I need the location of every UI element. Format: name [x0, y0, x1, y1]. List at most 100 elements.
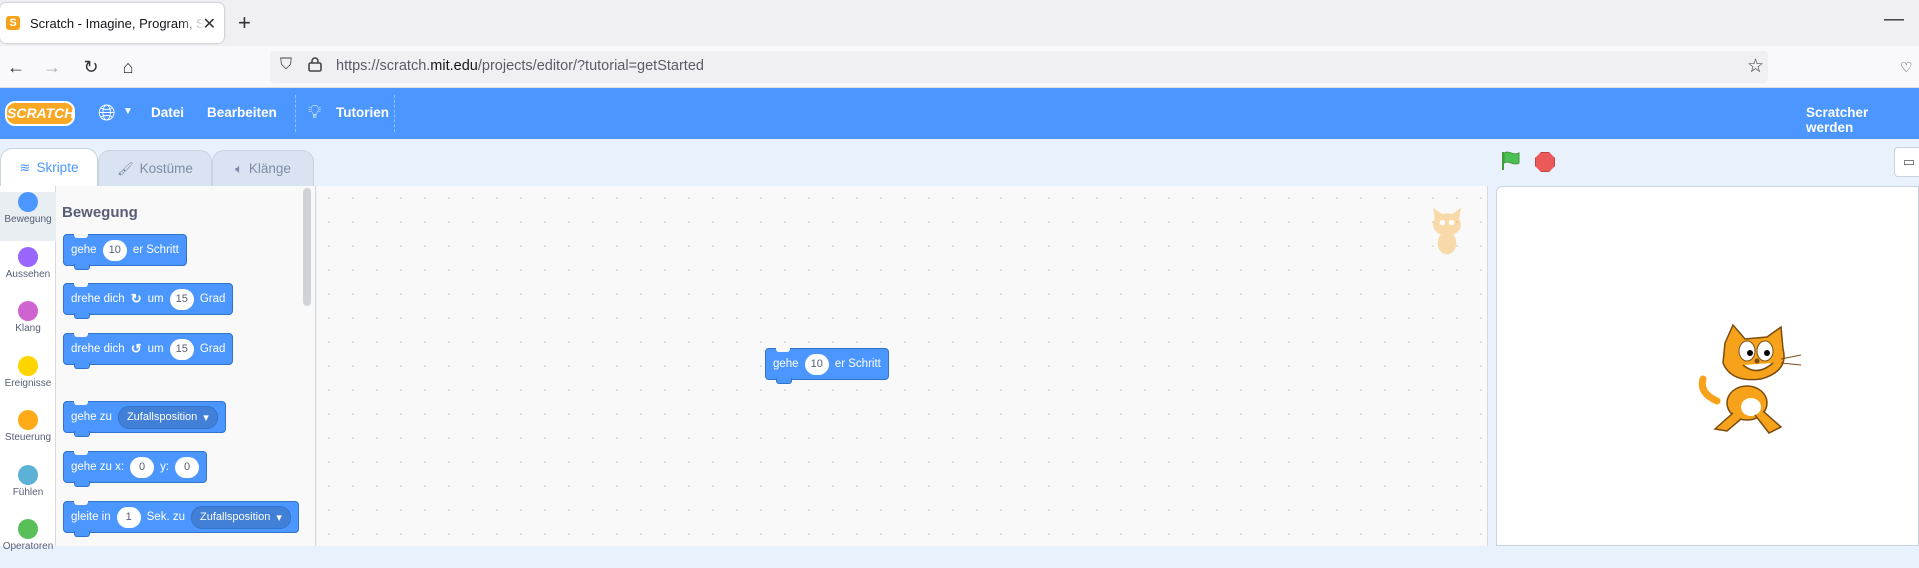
url-text[interactable]: https://scratch.mit.edu/projects/editor/… [336, 58, 704, 74]
small-stage-icon[interactable]: ▭ [1894, 147, 1919, 177]
scratch-logo[interactable]: SCRATCH [5, 101, 75, 126]
category-menu: Bewegung Aussehen Klang Ereignisse Steuerung… [0, 186, 56, 552]
block-text: gehe [71, 244, 97, 256]
tab-sounds-label: Klänge [248, 161, 291, 176]
dropdown-value: Zufallsposition [200, 511, 271, 523]
lightbulb-icon: 💡︎ [308, 102, 322, 123]
block-text: er Schritt [132, 244, 179, 256]
block-text: gehe zu x: [71, 461, 125, 473]
category-label: Operatoren [2, 541, 54, 552]
globe-icon[interactable]: 🌐︎ [98, 100, 116, 126]
block-goto-xy[interactable]: gehe zu x: 0 y: 0 [63, 451, 208, 487]
forward-arrow-icon[interactable]: → [39, 54, 65, 80]
reload-icon[interactable]: ↻ [78, 54, 104, 80]
category-item[interactable]: Operatoren [0, 519, 56, 568]
category-label: Fühlen [12, 486, 44, 498]
new-tab-button[interactable]: + [238, 10, 251, 36]
category-item[interactable]: Bewegung [0, 192, 56, 241]
url-domain: mit.edu [430, 58, 478, 74]
category-label: Klang [15, 323, 41, 334]
sprite-watermark-icon [1433, 207, 1461, 255]
category-color-dot [18, 355, 38, 376]
url-prefix: https://scratch. [336, 58, 431, 74]
category-color-dot [18, 519, 38, 539]
block-text: y: [160, 461, 170, 473]
bookmark-star-icon[interactable]: ☆ [1747, 55, 1764, 78]
category-item[interactable]: Steuerung [0, 410, 56, 459]
degrees-input[interactable]: 15 [169, 288, 194, 310]
tab-sounds[interactable]: 🔈︎ Klänge [212, 150, 314, 186]
block-text: um [147, 343, 164, 355]
paintbrush-icon: 🖌︎ [117, 160, 134, 176]
browser-tab[interactable]: S Scratch - Imagine, Program, Share ✕ [0, 3, 224, 43]
chevron-down-icon: ▾ [203, 411, 209, 424]
block-text: Grad [199, 293, 226, 305]
workspace-block-move-steps[interactable]: gehe 10 er Schritt [765, 348, 889, 384]
category-label: Aussehen [5, 268, 51, 280]
palette-scrollbar[interactable] [303, 188, 311, 306]
menu-file[interactable]: Datei [151, 105, 184, 120]
shield-icon[interactable]: ⛉ [280, 56, 292, 74]
category-color-dot [18, 192, 38, 212]
category-item[interactable]: Aussehen [0, 246, 56, 296]
close-tab-icon[interactable]: ✕ [203, 14, 216, 34]
lock-icon[interactable] [308, 56, 322, 77]
category-label: Steuerung [4, 432, 52, 443]
tab-code-label: Skripte [36, 160, 79, 175]
category-item[interactable]: Ereignisse [0, 355, 56, 405]
steps-input[interactable]: 10 [804, 353, 829, 375]
category-color-dot [18, 410, 38, 430]
browser-nav-bar: ← → ↻ ⌂ ⛉ https://scratch.mit.edu/projec… [0, 46, 1919, 88]
chevron-down-icon[interactable]: ▼ [123, 106, 133, 117]
tab-costumes-label: Kostüme [139, 161, 193, 176]
block-turn-left[interactable]: drehe dich ↺ um 15 Grad [63, 333, 234, 369]
block-text: um [147, 293, 164, 305]
block-move-steps[interactable]: gehe 10 er Schritt [63, 234, 187, 270]
stop-icon[interactable] [1535, 152, 1555, 172]
block-goto-target[interactable]: gehe zu Zufallsposition ▾ [63, 401, 226, 437]
green-flag-icon[interactable] [1500, 150, 1522, 178]
cat-sprite[interactable] [1697, 323, 1807, 441]
tab-code[interactable]: ≋ Skripte [0, 148, 98, 186]
seconds-input[interactable]: 1 [116, 506, 141, 528]
block-text: gehe zu [71, 411, 112, 423]
dropdown-value: Zufallsposition [126, 411, 198, 423]
minimize-window-button[interactable]: — [1884, 8, 1904, 31]
x-input[interactable]: 0 [130, 456, 155, 478]
tutorials-label: Tutorien [336, 105, 389, 120]
block-text: Sek. zu [146, 511, 185, 523]
glide-target-dropdown[interactable]: Zufallsposition ▾ [191, 505, 291, 529]
y-input[interactable]: 0 [175, 456, 200, 478]
scratch-menu-bar: SCRATCH 🌐︎ ▼ Datei Bearbeiten Tutorien 💡… [0, 88, 1919, 139]
pocket-icon[interactable]: ♡ [1900, 59, 1913, 76]
block-text: drehe dich [71, 293, 125, 305]
code-workspace[interactable]: gehe 10 er Schritt [317, 186, 1488, 546]
category-color-dot [18, 246, 38, 267]
menu-edit[interactable]: Bearbeiten [207, 105, 277, 120]
block-text: drehe dich [71, 343, 125, 355]
block-text: er Schritt [834, 358, 881, 370]
goto-target-dropdown[interactable]: Zufallsposition ▾ [117, 405, 218, 429]
palette-category-title: Bewegung [62, 204, 138, 221]
category-item[interactable]: Fühlen [0, 464, 56, 514]
home-icon[interactable]: ⌂ [115, 54, 141, 80]
degrees-input[interactable]: 15 [169, 338, 194, 360]
code-icon: ≋ [19, 159, 31, 175]
speaker-icon: 🔈︎ [235, 160, 243, 176]
url-bar[interactable]: ⛉ https://scratch.mit.edu/projects/edito… [270, 51, 1768, 83]
block-palette: Bewegung gehe 10 er Schritt drehe dich ↻… [56, 186, 316, 546]
block-glide-to[interactable]: gleite in 1 Sek. zu Zufallsposition ▾ [63, 501, 299, 537]
block-turn-right[interactable]: drehe dich ↻ um 15 Grad [63, 283, 234, 319]
back-arrow-icon[interactable]: ← [3, 54, 29, 80]
category-color-dot [18, 301, 38, 321]
tab-title: Scratch - Imagine, Program, Share [30, 15, 205, 31]
url-path: /projects/editor/?tutorial=getStarted [477, 58, 704, 74]
browser-tab-bar: S Scratch - Imagine, Program, Share ✕ + … [0, 0, 1919, 46]
category-item[interactable]: Klang [0, 301, 56, 350]
stage[interactable] [1496, 186, 1919, 546]
tab-costumes[interactable]: 🖌︎ Kostüme [98, 150, 212, 186]
steps-input[interactable]: 10 [102, 239, 127, 261]
category-label: Bewegung [4, 214, 52, 225]
join-scratch-link[interactable]: Scratcher werden [1806, 105, 1919, 135]
chevron-down-icon: ▾ [276, 511, 282, 524]
